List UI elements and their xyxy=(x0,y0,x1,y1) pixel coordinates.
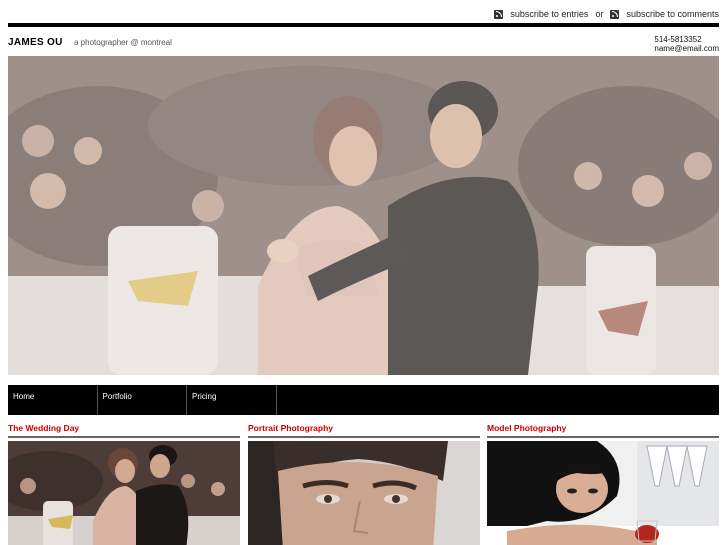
model-thumbnail-illustration xyxy=(487,441,719,545)
nav-item-pricing[interactable]: Pricing xyxy=(187,385,277,415)
section-portrait: Portrait Photography xyxy=(248,423,480,545)
portrait-thumbnail[interactable] xyxy=(248,441,480,545)
main-navigation: Home Portfolio Pricing xyxy=(8,385,719,415)
header-rule xyxy=(8,23,719,27)
portrait-thumbnail-illustration xyxy=(248,441,480,545)
section-title-model[interactable]: Model Photography xyxy=(487,423,719,438)
model-thumbnail[interactable] xyxy=(487,441,719,545)
wedding-thumbnail-illustration xyxy=(8,441,240,545)
subscribe-bar: subscribe to entries or subscribe to com… xyxy=(494,9,719,19)
site-title[interactable]: JAMES OU xyxy=(8,37,63,48)
wedding-thumbnail[interactable] xyxy=(8,441,240,545)
site-tagline: a photographer @ montreal xyxy=(74,38,172,47)
section-title-portrait[interactable]: Portrait Photography xyxy=(248,423,480,438)
nav-item-portfolio[interactable]: Portfolio xyxy=(98,385,187,415)
nav-item-home[interactable]: Home xyxy=(8,385,98,415)
email-address: name@email.com xyxy=(654,44,719,53)
phone-number: 514-5813352 xyxy=(654,35,702,44)
rss-icon[interactable] xyxy=(610,9,620,19)
contact-info: 514-5813352 name@email.com xyxy=(654,35,719,53)
subscribe-entries-link[interactable]: subscribe to entries xyxy=(510,9,588,19)
rss-icon[interactable] xyxy=(494,9,504,19)
subscribe-separator: or xyxy=(595,9,604,19)
hero-photo-illustration xyxy=(8,56,719,375)
section-title-wedding[interactable]: The Wedding Day xyxy=(8,423,240,438)
subscribe-comments-link[interactable]: subscribe to comments xyxy=(626,9,719,19)
section-wedding: The Wedding Day xyxy=(8,423,240,545)
hero-photo-wedding-dance xyxy=(8,56,719,375)
section-model: Model Photography xyxy=(487,423,719,545)
